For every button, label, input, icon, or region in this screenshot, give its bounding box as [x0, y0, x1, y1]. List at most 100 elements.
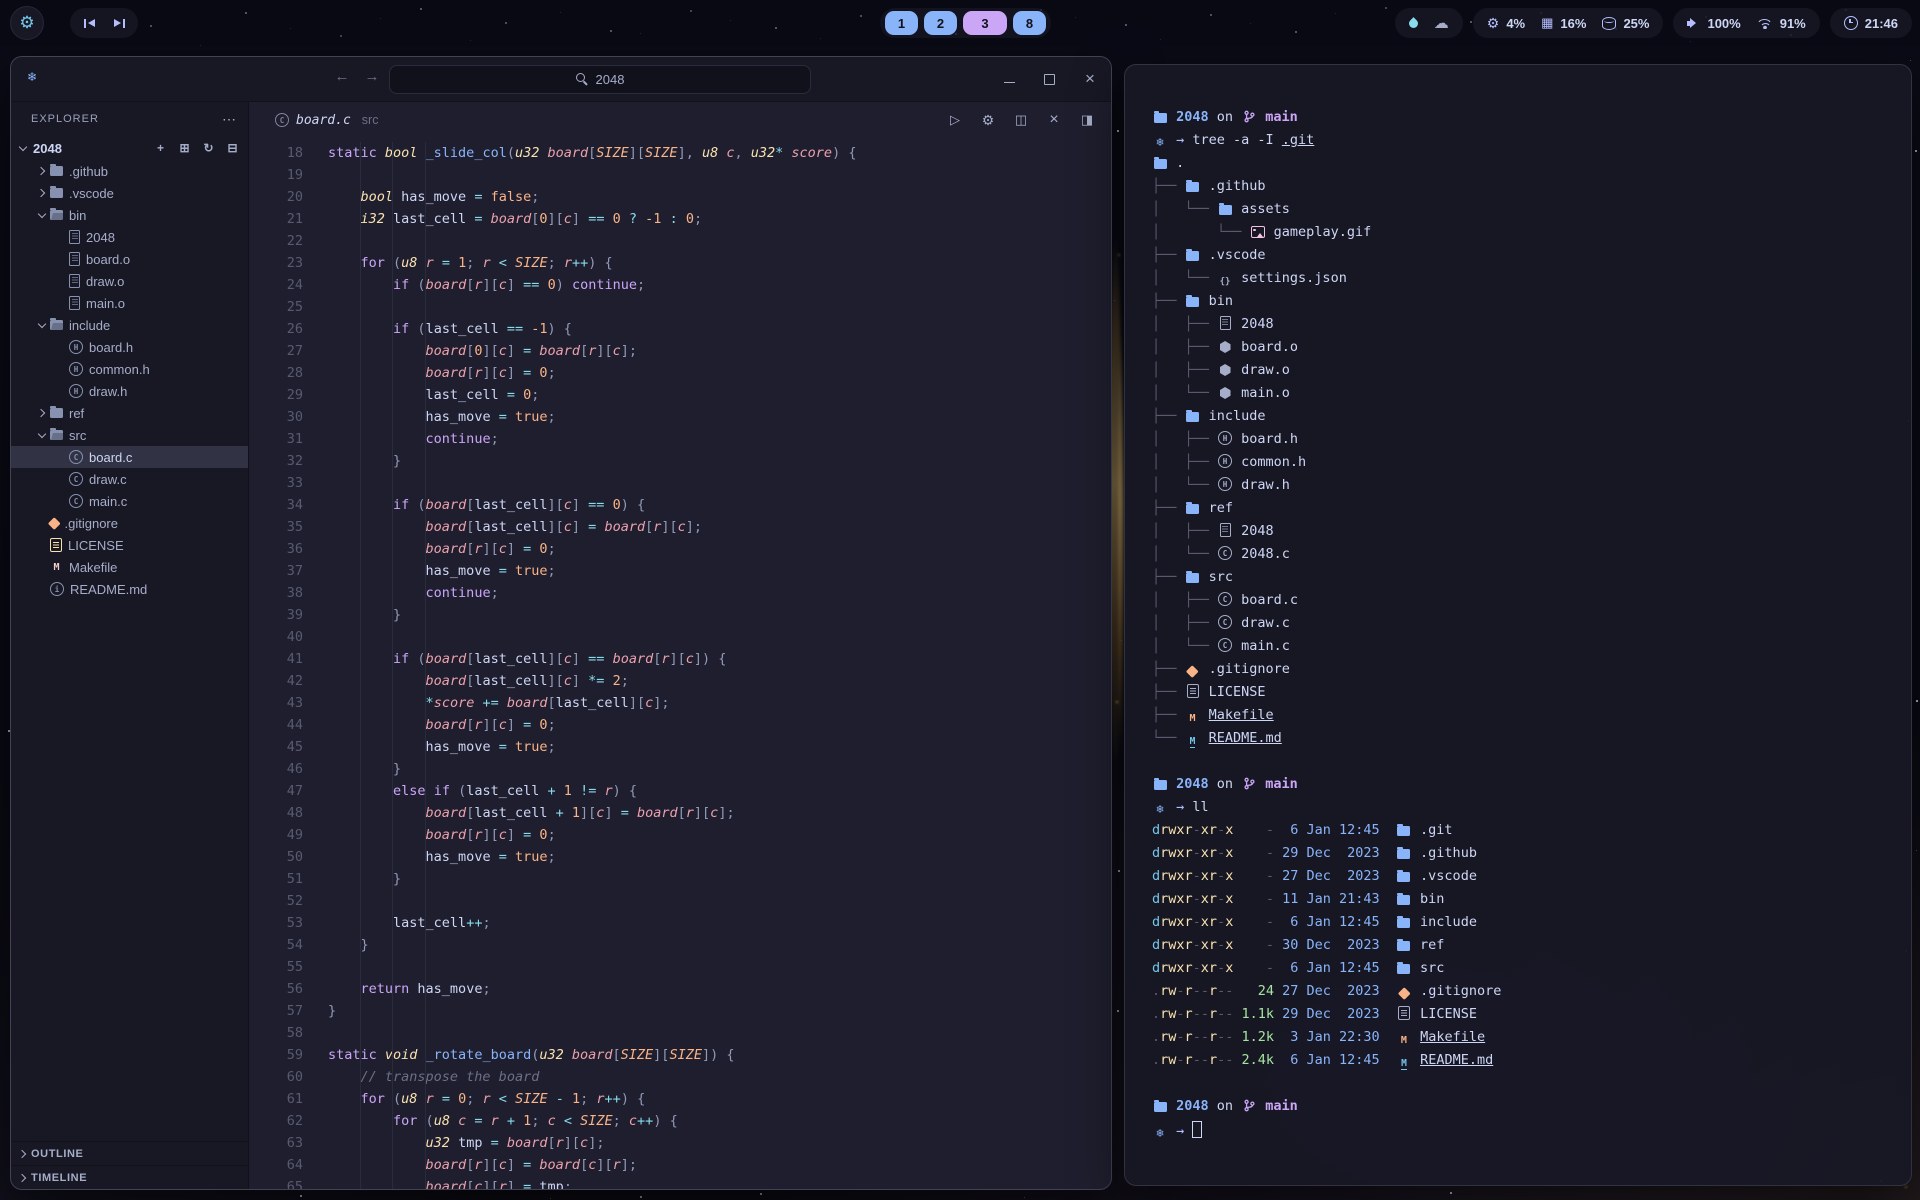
explorer-item-draw.c[interactable]: draw.c [11, 468, 248, 490]
new-file-icon[interactable]: + [153, 141, 168, 156]
launcher-logo-button[interactable] [10, 6, 44, 40]
terminal-line: │ └── settings.json [1152, 270, 1895, 293]
terminal-line: │ └── main.c [1152, 638, 1895, 661]
explorer-item-.github[interactable]: .github [11, 160, 248, 182]
maximize-button[interactable] [1044, 74, 1055, 85]
terminal-line: drwxr-xr-x - 6 Jan 12:45 include [1152, 914, 1895, 937]
explorer-item-2048[interactable]: 2048 [11, 226, 248, 248]
editor-window[interactable]: ← → 2048 × EXPLORER ⋯ 2048 +⊞↻⊟ .github.… [10, 56, 1112, 1190]
line-number: 32 [249, 453, 303, 469]
close-window-button[interactable]: × [1083, 72, 1097, 86]
workspace-8[interactable]: 8 [1013, 11, 1046, 35]
module-clock[interactable]: 21:46 [1830, 8, 1912, 38]
code-line: 25 [249, 296, 1111, 318]
memory-icon [1541, 15, 1553, 31]
minimize-button[interactable] [1004, 75, 1015, 83]
code-line: 43 *score += board[last_cell][c]; [249, 692, 1111, 714]
terminal-line: .rw-r--r-- 2.4k 6 Jan 12:45 README.md [1152, 1052, 1895, 1075]
line-number: 62 [249, 1113, 303, 1129]
folder-icon [1396, 872, 1412, 882]
command-center-search[interactable]: 2048 [389, 65, 811, 94]
explorer-item-README.md[interactable]: README.md [11, 578, 248, 600]
panel-timeline[interactable]: TIMELINE [11, 1165, 248, 1189]
line-number: 65 [249, 1179, 303, 1189]
explorer-item-draw.o[interactable]: draw.o [11, 270, 248, 292]
workspace-3[interactable]: 3 [963, 11, 1007, 35]
run-icon[interactable] [947, 112, 963, 128]
media-prev-button[interactable] [78, 12, 100, 34]
json-icon [1217, 276, 1233, 289]
explorer-item-bin[interactable]: bin [11, 204, 248, 226]
explorer-item-common.h[interactable]: common.h [11, 358, 248, 380]
app-icon [27, 71, 37, 83]
close-icon[interactable] [1046, 112, 1062, 128]
explorer-item-label: README.md [70, 582, 147, 597]
chevron-right-icon[interactable] [34, 168, 50, 174]
module-system-stats[interactable]: 4%16%25% [1473, 8, 1664, 38]
panel-outline[interactable]: OUTLINE [11, 1141, 248, 1165]
explorer-item-board.o[interactable]: board.o [11, 248, 248, 270]
folder-icon [1152, 780, 1168, 790]
license-icon [50, 538, 62, 552]
c-icon [1217, 592, 1233, 606]
refresh-icon[interactable]: ↻ [201, 141, 216, 156]
nav-back-button[interactable]: ← [331, 68, 353, 85]
scroll-icon [1396, 1006, 1412, 1020]
line-number: 29 [249, 387, 303, 403]
chevron-down-icon[interactable] [34, 434, 50, 437]
gear-icon[interactable] [980, 112, 996, 128]
module-weather[interactable] [1395, 8, 1463, 38]
folder-icon [1152, 159, 1168, 169]
explorer-item-src[interactable]: src [11, 424, 248, 446]
folder-icon [1396, 895, 1412, 905]
media-next-button[interactable] [108, 12, 130, 34]
c-file-icon [275, 113, 289, 127]
chevron-right-icon[interactable] [34, 190, 50, 196]
explorer-item-.gitignore[interactable]: .gitignore [11, 512, 248, 534]
makefile-icon [50, 561, 63, 574]
code-line: 32 } [249, 450, 1111, 472]
nav-forward-button[interactable]: → [361, 68, 383, 85]
clock-icon [1844, 16, 1858, 30]
workspaces: 1238 [880, 8, 1051, 38]
explorer-item-board.c[interactable]: board.c [11, 446, 248, 468]
explorer-item-include[interactable]: include [11, 314, 248, 336]
explorer-item-ref[interactable]: ref [11, 402, 248, 424]
editor-titlebar[interactable]: ← → 2048 × [11, 57, 1111, 102]
explorer-item-main.c[interactable]: main.c [11, 490, 248, 512]
layout-icon[interactable] [1079, 112, 1095, 128]
explorer-item-label: main.c [89, 494, 127, 509]
split-icon[interactable] [1013, 112, 1029, 128]
file-icon [69, 252, 80, 266]
collapse-all-icon[interactable]: ⊟ [225, 141, 240, 156]
workspace-2[interactable]: 2 [924, 11, 957, 35]
window-controls: × [1004, 57, 1097, 101]
explorer-item-Makefile[interactable]: Makefile [11, 556, 248, 578]
module-audio-network[interactable]: 100%91% [1673, 8, 1819, 38]
explorer-item-LICENSE[interactable]: LICENSE [11, 534, 248, 556]
md-icon [1396, 1058, 1412, 1071]
explorer-item-label: board.h [89, 340, 133, 355]
explorer-item-board.h[interactable]: board.h [11, 336, 248, 358]
chevron-down-icon[interactable] [34, 324, 50, 327]
tab-board.c[interactable]: board.c src [275, 113, 378, 128]
chevron-down-icon[interactable] [34, 214, 50, 217]
folder-icon [1396, 826, 1412, 836]
branch-icon [1241, 777, 1257, 790]
explorer-more-icon[interactable]: ⋯ [222, 111, 236, 128]
workspace-1[interactable]: 1 [885, 11, 918, 35]
folder-icon [1152, 113, 1168, 123]
line-number: 33 [249, 475, 303, 491]
explorer-root[interactable]: 2048 +⊞↻⊟ [11, 136, 248, 160]
line-number: 30 [249, 409, 303, 425]
folder-icon [1217, 205, 1233, 215]
terminal-window[interactable]: 2048 on main → tree -a -I .git .├── .git… [1124, 64, 1912, 1186]
chevron-down-icon[interactable] [15, 147, 31, 150]
explorer-item-.vscode[interactable]: .vscode [11, 182, 248, 204]
explorer-item-main.o[interactable]: main.o [11, 292, 248, 314]
code-editor[interactable]: 18static bool _slide_col(u32 board[SIZE]… [249, 138, 1111, 1189]
terminal-line: └── README.md [1152, 730, 1895, 753]
new-folder-icon[interactable]: ⊞ [177, 141, 192, 156]
chevron-right-icon[interactable] [34, 410, 50, 416]
explorer-item-draw.h[interactable]: draw.h [11, 380, 248, 402]
